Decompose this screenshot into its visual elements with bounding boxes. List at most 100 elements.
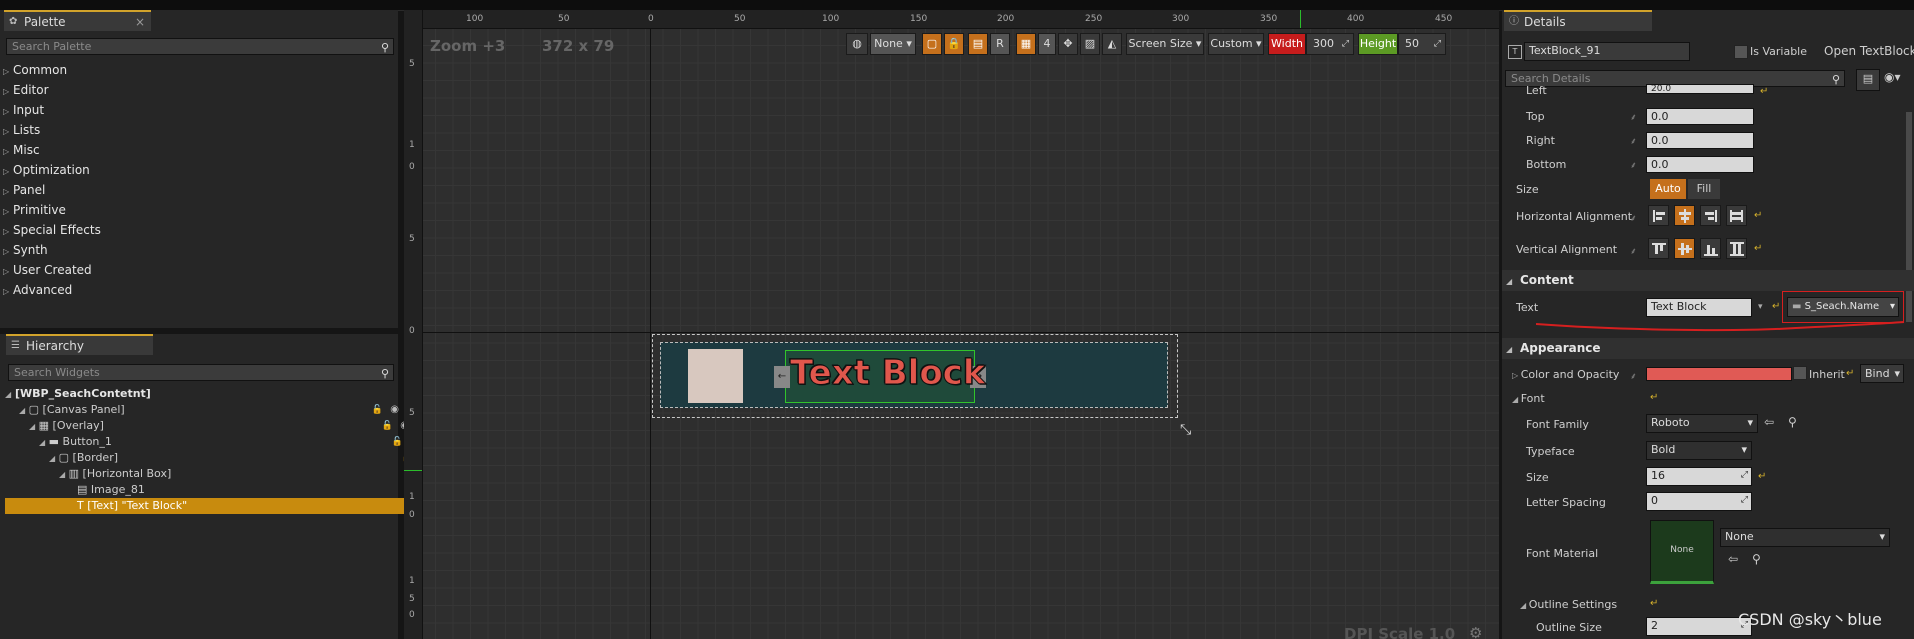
hierarchy-search-input[interactable]: Search Widgets ⚲ (8, 364, 394, 381)
search-icon[interactable]: ⚲ (1832, 72, 1840, 87)
reset-icon[interactable]: ↵ (1650, 392, 1658, 403)
reset-icon[interactable]: ↵ (1760, 86, 1768, 97)
h-align-fill-icon[interactable] (1726, 205, 1747, 226)
reset-icon[interactable]: ↵ (1772, 301, 1780, 312)
v-align-center-icon[interactable] (1674, 238, 1695, 259)
use-selected-arrow-icon[interactable]: ⇦ (1764, 415, 1774, 429)
palette-category[interactable]: ▷ User Created (3, 262, 92, 280)
browse-search-icon[interactable]: ⚲ (1752, 552, 1761, 566)
h-align-center-icon[interactable] (1674, 205, 1695, 226)
bind-arrow-icon[interactable]: ⸙ (1630, 134, 1637, 147)
v-align-fill-icon[interactable] (1726, 238, 1747, 259)
tree-item[interactable]: ◢ ▢ [Canvas Panel] 🔓 ◉ (5, 402, 409, 418)
palette-tab[interactable]: ✿ Palette × (4, 10, 151, 31)
lock-icon[interactable]: 🔓 (392, 434, 403, 450)
respect-locks-button[interactable]: R (990, 33, 1010, 55)
palette-category[interactable]: ▷ Synth (3, 242, 48, 260)
size-auto-button[interactable]: Auto (1650, 179, 1686, 199)
lock-icon[interactable]: 🔓 (382, 418, 393, 434)
eye-icon[interactable]: ◉ (390, 402, 399, 418)
bind-arrow-icon[interactable]: ⸙ (1630, 110, 1637, 123)
padding-top-input[interactable]: 0.0 (1646, 108, 1754, 125)
palette-search-input[interactable]: Search Palette ⚲ (6, 38, 394, 55)
layout-toggle[interactable]: ▤ (968, 33, 988, 55)
typeface-dropdown[interactable]: Bold ▾ (1646, 441, 1752, 460)
v-align-top-icon[interactable] (1648, 238, 1669, 259)
tree-item[interactable]: ◢ ▢ [Border]🔓◉ (5, 450, 439, 466)
hierarchy-tab[interactable]: ☰ Hierarchy (6, 334, 153, 355)
selection-handle-left[interactable]: ← (774, 366, 790, 388)
letter-spacing-input[interactable]: 0 ⤢ (1646, 492, 1752, 511)
palette-category[interactable]: ▷ Misc (3, 142, 40, 160)
tree-item[interactable]: ▤ Image_81🔓◉ (5, 482, 467, 498)
reset-icon[interactable]: ↵ (1754, 243, 1762, 254)
padding-bottom-input[interactable]: 0.0 (1646, 156, 1754, 173)
palette-category[interactable]: ▷ Panel (3, 182, 45, 200)
close-icon[interactable]: × (135, 12, 145, 32)
lock-icon[interactable]: 🔒 (944, 33, 964, 55)
outline-toggle[interactable]: ▢ (922, 33, 942, 55)
widget-name-input[interactable]: TextBlock_91 (1524, 42, 1690, 61)
tree-item[interactable]: ◢ ▬ Button_1🔓◉ (5, 434, 429, 450)
palette-category[interactable]: ▷ Common (3, 62, 67, 80)
tree-item-root[interactable]: ◢ [WBP_SeachContetnt] (5, 386, 395, 402)
image-icon[interactable]: ▨ (1080, 33, 1100, 55)
size-fill-button[interactable]: Fill (1688, 179, 1720, 199)
palette-category[interactable]: ▷ Lists (3, 122, 40, 140)
palette-category[interactable]: ▷ Special Effects (3, 222, 101, 240)
binding-dropdown[interactable]: ▬ S_Seach.Name ▾ (1787, 297, 1899, 317)
palette-category[interactable]: ▷ Primitive (3, 202, 66, 220)
width-input[interactable]: 300 ⤢ (1306, 33, 1354, 55)
search-icon[interactable]: ⚲ (381, 366, 389, 381)
height-input[interactable]: 50 ⤢ (1398, 33, 1446, 55)
lock-icon[interactable]: 🔓 (372, 402, 383, 418)
text-dropdown-arrow[interactable]: ▾ (1758, 302, 1763, 312)
bind-arrow-icon[interactable]: ⸙ (1630, 211, 1637, 224)
open-textblock-link[interactable]: Open TextBlock (1824, 44, 1914, 58)
v-align-bottom-icon[interactable] (1700, 238, 1721, 259)
browse-search-icon[interactable]: ⚲ (1788, 415, 1797, 429)
font-material-thumbnail[interactable]: None (1650, 520, 1714, 584)
is-variable-checkbox[interactable] (1734, 45, 1748, 59)
gear-icon[interactable]: ⚙ (1469, 624, 1482, 639)
bind-arrow-icon[interactable]: ⸙ (1630, 244, 1637, 257)
content-section-header[interactable]: ◢ Content (1502, 270, 1914, 291)
visibility-eye-icon[interactable]: ◉▾ (1884, 70, 1901, 84)
palette-category[interactable]: ▷ Input (3, 102, 44, 120)
details-tab[interactable]: ⓘ Details (1504, 10, 1652, 31)
bind-dropdown[interactable]: Bind ▾ (1860, 364, 1904, 383)
outline-size-input[interactable]: 2 ⤢ (1646, 617, 1752, 636)
screen-size-dropdown[interactable]: Screen Size ▾ (1126, 33, 1204, 55)
transform-icon[interactable]: ✥ (1058, 33, 1078, 55)
localization-dropdown[interactable]: None ▾ (870, 33, 916, 55)
fill-mode-dropdown[interactable]: Custom ▾ (1208, 33, 1264, 55)
text-value-input[interactable]: Text Block (1646, 298, 1752, 317)
tree-item-selected[interactable]: T [Text] "Text Block"🔓◉ (5, 498, 465, 514)
reset-icon[interactable]: ↵ (1846, 368, 1854, 379)
use-selected-arrow-icon[interactable]: ⇦ (1728, 552, 1738, 566)
padding-right-input[interactable]: 0.0 (1646, 132, 1754, 149)
inherit-checkbox[interactable] (1793, 366, 1807, 380)
image-widget[interactable] (688, 349, 743, 403)
view-options-icon[interactable]: ▤ (1856, 69, 1880, 91)
reset-icon[interactable]: ↵ (1754, 210, 1762, 221)
grid-snap-value[interactable]: 4 (1038, 33, 1056, 55)
reset-icon[interactable]: ↵ (1758, 471, 1766, 482)
designer-viewport[interactable]: Zoom +3 372 x 79 ◍ None ▾ ▢ 🔒 ▤ R ▦ 4 ✥ … (404, 10, 1499, 639)
palette-category[interactable]: ▷ Advanced (3, 282, 72, 300)
reset-icon[interactable]: ↵ (1650, 598, 1658, 609)
grid-snap-toggle[interactable]: ▦ (1016, 33, 1036, 55)
h-align-right-icon[interactable] (1700, 205, 1721, 226)
padding-left-input[interactable]: 20.0 (1646, 84, 1754, 94)
appearance-section-header[interactable]: ◢ Appearance (1502, 338, 1914, 359)
search-icon[interactable]: ⚲ (381, 40, 389, 55)
tree-item[interactable]: ◢ ▦ [Overlay]🔓◉ (5, 418, 419, 434)
mirror-icon[interactable]: ◭ (1102, 33, 1122, 55)
font-material-dropdown[interactable]: None ▾ (1720, 528, 1890, 547)
palette-category[interactable]: ▷ Editor (3, 82, 49, 100)
color-swatch[interactable] (1646, 367, 1792, 381)
font-family-dropdown[interactable]: Roboto ▾ (1646, 414, 1758, 433)
font-size-input[interactable]: 16 ⤢ (1646, 467, 1752, 486)
palette-category[interactable]: ▷ Optimization (3, 162, 90, 180)
h-align-left-icon[interactable] (1648, 205, 1669, 226)
